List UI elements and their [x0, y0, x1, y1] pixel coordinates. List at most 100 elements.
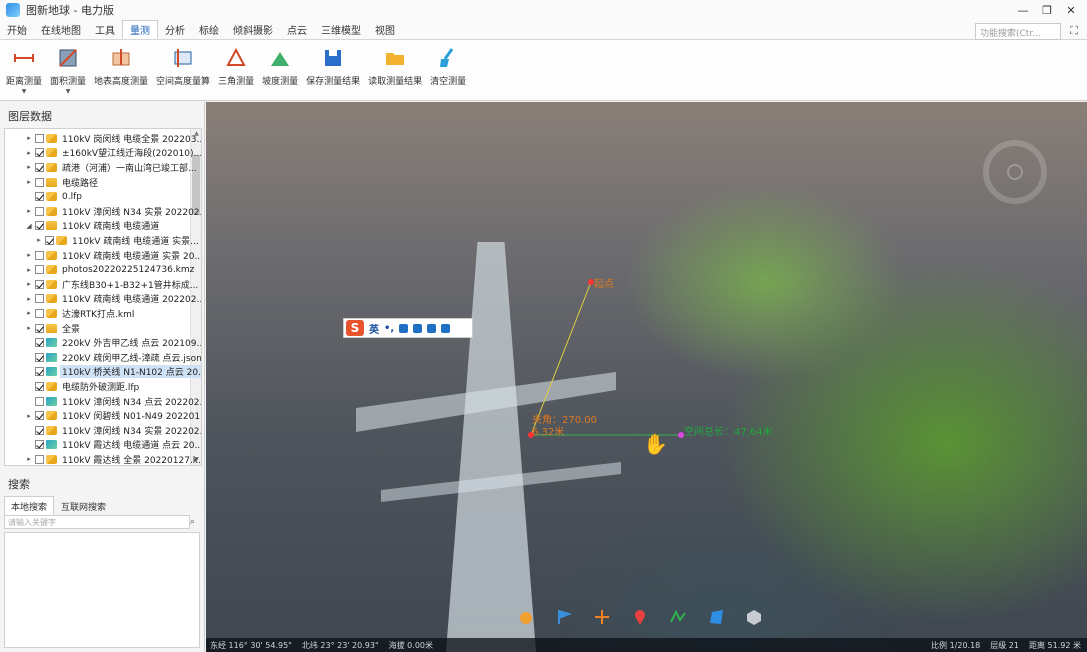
layer-checkbox[interactable]: [35, 440, 44, 450]
layer-row[interactable]: ▸ 110kV 疏南线 电缆通道 实景 20...: [5, 248, 201, 263]
model-cube-icon[interactable]: [744, 607, 764, 627]
layer-checkbox[interactable]: [35, 279, 44, 289]
expand-toggle-icon[interactable]: ▸: [35, 236, 43, 244]
ribbon-button-ruler-distance[interactable]: 距离测量 ▼: [2, 40, 46, 100]
layer-checkbox[interactable]: [35, 352, 44, 362]
expand-toggle-icon[interactable]: ▸: [25, 266, 33, 274]
location-pin-icon[interactable]: [630, 607, 650, 627]
layer-row[interactable]: 110kV 漳闵线 N34 实景 202202...: [5, 423, 201, 438]
layer-checkbox[interactable]: [35, 338, 44, 348]
layer-checkbox[interactable]: [35, 265, 44, 275]
layer-checkbox[interactable]: [35, 367, 44, 377]
ribbon-button-broom[interactable]: 清空测量: [426, 40, 470, 100]
layer-checkbox[interactable]: [45, 235, 54, 245]
layer-checkbox[interactable]: [35, 192, 44, 202]
layer-row[interactable]: ▸ 110kV 疏南线 电缆通道 实景...: [5, 233, 201, 248]
expand-toggle-icon[interactable]: ▸: [25, 324, 33, 332]
search-input[interactable]: 请输入关键字: [4, 515, 190, 529]
expand-toggle-icon[interactable]: ▸: [25, 134, 33, 142]
layer-checkbox[interactable]: [35, 250, 44, 260]
layer-row[interactable]: 110kV 霞达线 电缆通道 点云 20...: [5, 438, 201, 453]
ribbon-button-surface-height[interactable]: 地表高度测量: [90, 40, 152, 100]
function-search-input[interactable]: 功能搜索(Ctr...: [975, 23, 1061, 40]
layer-checkbox[interactable]: [35, 323, 44, 333]
layer-checkbox[interactable]: [35, 177, 44, 187]
expand-toggle-icon[interactable]: ◢: [25, 222, 33, 230]
menu-tab[interactable]: 三维模型: [314, 20, 368, 39]
layer-checkbox[interactable]: [35, 206, 44, 216]
layer-row[interactable]: ▸ 110kV 霞达线 全景 20220127.k...: [5, 452, 201, 465]
layer-row[interactable]: ▸ 疏港（河浦）一南山湾已竣工部...: [5, 160, 199, 175]
layer-checkbox[interactable]: [35, 162, 44, 172]
plus-marker-icon[interactable]: [592, 607, 612, 627]
grid-menu-icon[interactable]: [441, 323, 451, 333]
layer-row[interactable]: ▸ photos20220225124736.kmz: [5, 262, 196, 277]
layer-row[interactable]: 220kV 疏闵甲乙线-漳疏 点云.json: [5, 350, 201, 365]
layer-row[interactable]: ▸ 110kV 漳闵线 N34 实景 202202...: [5, 204, 201, 219]
layer-row[interactable]: ▸ 110kV 闵碧线 N01-N49 202201...: [5, 408, 201, 423]
ribbon-button-space-height[interactable]: 空间高度量算: [152, 40, 214, 100]
layer-row[interactable]: ▸ 110kV 岗闵线 电缆全景 202203...: [5, 131, 201, 146]
layer-row[interactable]: ▸ 电缆路径: [5, 175, 100, 190]
expand-toggle-icon[interactable]: ▸: [25, 280, 33, 288]
menu-tab[interactable]: 标绘: [192, 20, 226, 39]
expand-toggle-icon[interactable]: ▸: [25, 295, 33, 303]
ribbon-button-save[interactable]: 保存测量结果: [302, 40, 364, 100]
menu-tab[interactable]: 开始: [0, 20, 34, 39]
expand-toggle-icon[interactable]: ▸: [25, 309, 33, 317]
layer-checkbox[interactable]: [35, 381, 44, 391]
search-icon[interactable]: ⌕: [186, 515, 199, 529]
layer-row[interactable]: 110kV 漳闵线 N34 点云 202202...: [5, 394, 201, 409]
fullscreen-icon[interactable]: ⛶: [1067, 24, 1081, 38]
expand-toggle-icon[interactable]: ▸: [25, 163, 33, 171]
menu-tab[interactable]: 倾斜摄影: [226, 20, 280, 39]
layer-checkbox[interactable]: [35, 133, 44, 143]
menu-tab[interactable]: 工具: [88, 20, 122, 39]
expand-toggle-icon[interactable]: ▸: [25, 207, 33, 215]
layer-row[interactable]: 220kV 外吉甲乙线 点云 202109...: [5, 335, 201, 350]
flag-icon[interactable]: [554, 607, 574, 627]
layer-row[interactable]: 0.lfp: [5, 189, 84, 204]
keyboard-icon[interactable]: [413, 323, 423, 333]
punctuation-icon[interactable]: •,: [384, 323, 394, 334]
microphone-icon[interactable]: [399, 323, 409, 333]
layer-checkbox[interactable]: [35, 308, 44, 318]
layer-row[interactable]: ◢ 110kV 疏南线 电缆通道: [5, 219, 161, 234]
layer-row[interactable]: ▸ 全景: [5, 321, 82, 336]
minimize-button[interactable]: —: [1011, 0, 1035, 20]
compass-center-icon[interactable]: [1007, 164, 1023, 180]
chevron-down-icon[interactable]: ▼: [66, 89, 71, 95]
layer-row[interactable]: ▸ 达濠RTK打点.kml: [5, 306, 136, 321]
restore-button[interactable]: ❐: [1035, 0, 1059, 20]
skin-icon[interactable]: [427, 323, 437, 333]
layer-row[interactable]: ▸ ±160kV望江线迁海段(202010)...: [5, 146, 201, 161]
layer-checkbox[interactable]: [35, 396, 44, 406]
tab-local-search[interactable]: 本地搜索: [4, 496, 55, 517]
ribbon-button-folder-open[interactable]: 读取测量结果: [364, 40, 426, 100]
expand-toggle-icon[interactable]: ▸: [25, 412, 33, 420]
navigation-compass[interactable]: [983, 140, 1047, 204]
expand-toggle-icon[interactable]: ▸: [25, 455, 33, 463]
layer-checkbox[interactable]: [35, 294, 44, 304]
polygon-icon[interactable]: [706, 607, 726, 627]
layer-checkbox[interactable]: [35, 454, 44, 464]
expand-toggle-icon[interactable]: ▸: [25, 251, 33, 259]
close-button[interactable]: ✕: [1059, 0, 1083, 20]
ribbon-button-triangle-measure[interactable]: 三角测量: [214, 40, 258, 100]
layer-checkbox[interactable]: [35, 425, 44, 435]
layer-checkbox[interactable]: [35, 221, 44, 231]
layer-row[interactable]: ▸ 广东线B30+1-B32+1管井标成...: [5, 277, 200, 292]
polyline-icon[interactable]: [668, 607, 688, 627]
map-3d-view[interactable]: 起点 夹角：270.00 6.32米 空间总长：47.64米 ✋ S 英 •, …: [206, 102, 1087, 652]
layer-row[interactable]: 110kV 桥关线 N1-N102 点云 20...: [5, 365, 201, 380]
ribbon-button-slope-measure[interactable]: 坡度测量: [258, 40, 302, 100]
menu-tab[interactable]: 分析: [158, 20, 192, 39]
ime-lang[interactable]: 英: [369, 321, 379, 336]
layer-checkbox[interactable]: [35, 148, 44, 158]
menu-tab[interactable]: 点云: [280, 20, 314, 39]
chevron-down-icon[interactable]: ▼: [22, 89, 27, 95]
layer-row[interactable]: 电缆防外破测距.lfp: [5, 379, 141, 394]
expand-toggle-icon[interactable]: ▸: [25, 149, 33, 157]
menu-tab[interactable]: 量测: [122, 20, 158, 39]
pan-hand-icon[interactable]: [516, 607, 536, 627]
